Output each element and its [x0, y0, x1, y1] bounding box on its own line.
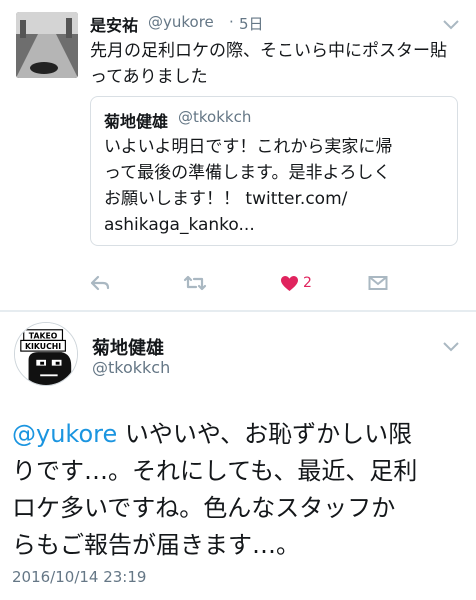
quoted-text-line: って最後の準備します。是非よろしく [104, 163, 391, 183]
reply-author-handle[interactable]: @yukore [148, 13, 214, 31]
main-tweet-text: @yukore いやいや、お恥ずかしい限 りです…。それにしても、最近、足利 ロ… [12, 416, 474, 564]
quoted-tweet-text: いよいよ明日です！これから実家に帰 って最後の準備します。是非よろしく お願いし… [104, 134, 448, 238]
heart-icon [280, 275, 299, 292]
direct-message-button[interactable] [368, 272, 390, 294]
reply-author-name[interactable]: 是安祐 [90, 12, 138, 36]
avatar-text-line: KIKUCHI [25, 342, 61, 351]
main-author-avatar[interactable]: TAKEO KIKUCHI [14, 322, 78, 386]
reply-button[interactable] [90, 272, 112, 294]
main-author-handle[interactable]: @tkokkch [92, 358, 170, 377]
meta-separator: · [229, 13, 234, 31]
quoted-text-line: ashikaga_kanko... [104, 215, 255, 235]
mention-link[interactable]: @yukore [12, 420, 117, 448]
quoted-author-handle: @tkokkch [178, 108, 252, 126]
chevron-down-icon[interactable] [442, 16, 460, 30]
tweet-divider [0, 310, 476, 312]
main-text-line: ロケ多いですね。色んなスタッフか [12, 494, 396, 522]
main-author-name[interactable]: 菊地健雄 [92, 334, 164, 360]
chevron-down-icon[interactable] [442, 338, 460, 352]
reply-icon [90, 275, 110, 291]
quoted-text-line: いよいよ明日です！これから実家に帰 [104, 137, 393, 157]
like-count: 2 [303, 275, 312, 291]
main-text-line: @yukore いやいや、お恥ずかしい限 [12, 416, 474, 453]
retweet-button[interactable] [182, 272, 208, 294]
reply-author-avatar[interactable] [16, 12, 78, 78]
main-text-line: らもご報告が届きます…。 [12, 531, 300, 559]
main-tweet-timestamp[interactable]: 2016/10/14 23:19 [12, 568, 146, 586]
retweet-icon [182, 274, 208, 292]
avatar-text-line: TAKEO [29, 332, 58, 341]
envelope-icon [368, 275, 388, 291]
quoted-author-name: 菊地健雄 [104, 112, 169, 131]
reply-tweet-text: 先月の足利ロケの際、そこいら中にポスター貼ってありました [90, 41, 447, 87]
quoted-text-line: お願いします！！ twitter.com/ [104, 189, 348, 209]
reply-timestamp[interactable]: 5日 [239, 13, 264, 34]
main-text-line: りです…。それにしても、最近、足利 [12, 457, 418, 485]
main-text-fragment: いやいや、お恥ずかしい限 [117, 420, 413, 448]
like-button[interactable]: 2 [280, 272, 320, 294]
